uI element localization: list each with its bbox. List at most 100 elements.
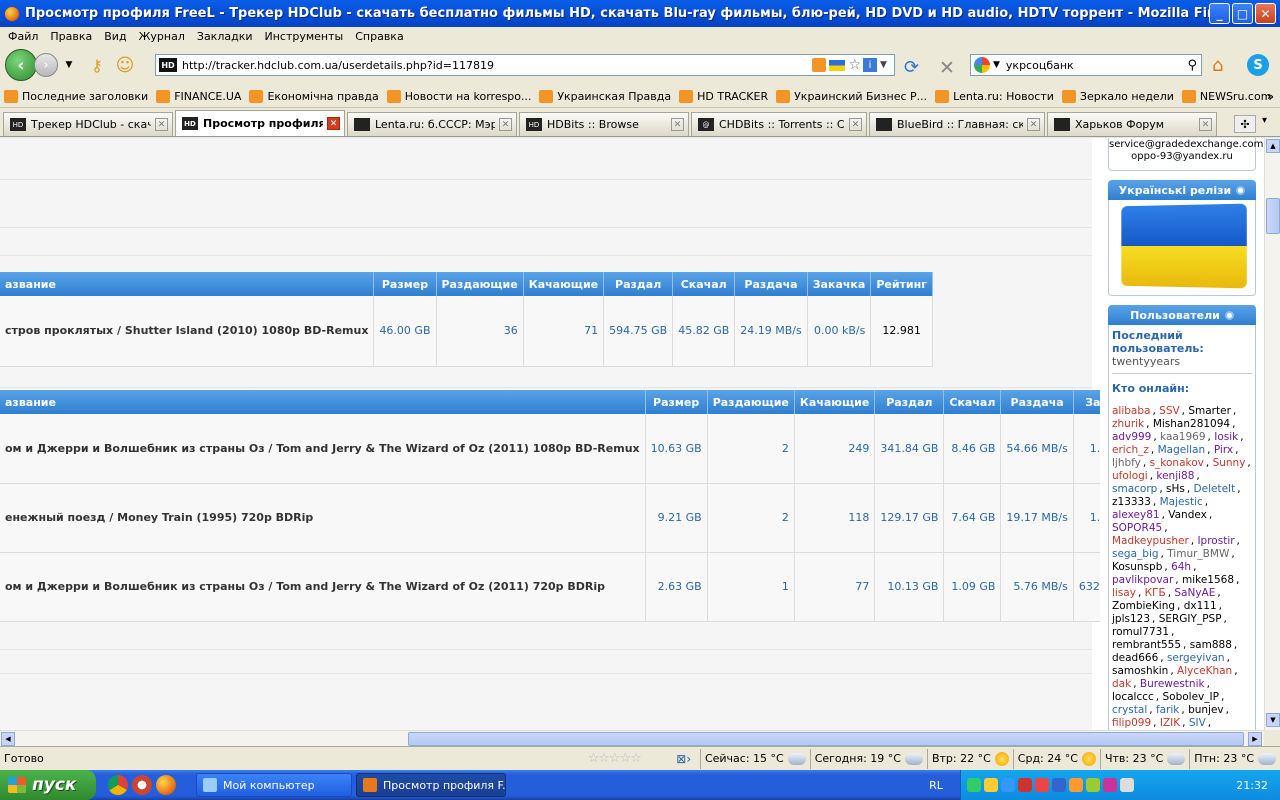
online-user-link[interactable]: romul7731: [1112, 626, 1169, 638]
menu-view[interactable]: Вид: [98, 30, 132, 43]
online-user-link[interactable]: ufologi: [1112, 470, 1148, 482]
online-user-link[interactable]: Mishan281094: [1153, 418, 1230, 430]
online-user-link[interactable]: alibaba: [1112, 405, 1150, 417]
online-user-link[interactable]: SERGIY_PSP: [1159, 613, 1222, 625]
online-user-link[interactable]: КГБ: [1145, 587, 1166, 599]
taskbar-button[interactable]: Мой компьютер: [196, 773, 352, 797]
online-user-link[interactable]: sHs: [1166, 483, 1185, 495]
email-line[interactable]: service@gradedexchange.com: [1109, 139, 1263, 151]
weather-day[interactable]: Втр: 22 °C: [926, 748, 1013, 769]
column-header[interactable]: Скачал: [672, 272, 736, 296]
online-user-link[interactable]: DeleteIt: [1194, 483, 1236, 495]
forward-button[interactable]: ›: [34, 53, 58, 77]
menu-tools[interactable]: Инструменты: [259, 30, 350, 43]
google-icon[interactable]: [974, 57, 990, 73]
tab-close-icon[interactable]: ✕: [155, 118, 168, 131]
close-button[interactable]: ✕: [1255, 3, 1276, 24]
online-user-link[interactable]: localccc: [1112, 691, 1154, 703]
column-header[interactable]: Раздал: [874, 390, 945, 414]
online-user-link[interactable]: farik: [1156, 704, 1179, 716]
info-icon[interactable]: i: [863, 58, 877, 72]
vertical-scrollbar[interactable]: ▲ ▼: [1264, 138, 1280, 730]
scroll-thumb[interactable]: [408, 732, 1244, 746]
online-user-link[interactable]: Burewestnik: [1140, 678, 1205, 690]
column-header[interactable]: Закачка: [807, 272, 872, 296]
search-bar[interactable]: ▼ укрсоцбанк ⚲: [970, 54, 1202, 76]
tab-close-icon[interactable]: ✕: [1199, 118, 1212, 131]
online-user-link[interactable]: Sobolev_IP: [1162, 691, 1218, 703]
tray-update-icon[interactable]: [1069, 778, 1083, 792]
weather-day[interactable]: Срд: 24 °C: [1012, 748, 1100, 769]
online-user-link[interactable]: Madkeypusher: [1112, 535, 1189, 547]
tray-skype-icon[interactable]: [1001, 778, 1015, 792]
address-bar[interactable]: HD http://tracker.hdclub.com.ua/userdeta…: [155, 54, 895, 76]
tab-close-icon[interactable]: ✕: [849, 118, 862, 131]
horizontal-scrollbar[interactable]: ◀ ▶: [0, 730, 1264, 746]
online-user-link[interactable]: zhurik: [1112, 418, 1144, 430]
online-user-link[interactable]: Iprostir: [1197, 535, 1234, 547]
stop-icon[interactable]: ✕: [939, 57, 955, 79]
online-user-link[interactable]: Majestic: [1160, 496, 1203, 508]
opera-icon[interactable]: [132, 775, 152, 795]
tab-close-icon[interactable]: ✕: [327, 117, 340, 130]
tray-messenger-icon[interactable]: [1103, 778, 1117, 792]
column-header[interactable]: азвание: [0, 272, 375, 296]
bookmark-item[interactable]: FINANCE.UA: [156, 90, 241, 103]
bookmark-item[interactable]: Новости на korrespo...: [386, 90, 531, 103]
online-user-link[interactable]: z13333: [1112, 496, 1151, 508]
column-header[interactable]: Качающие: [523, 272, 605, 296]
online-user-link[interactable]: IZIK: [1160, 717, 1180, 729]
online-user-link[interactable]: pavlikpovar: [1112, 574, 1173, 586]
email-line[interactable]: oppo-93@yandex.ru: [1109, 151, 1255, 163]
bookmark-item[interactable]: NEWSru.com: [1181, 90, 1271, 103]
online-user-link[interactable]: ljhbfy: [1112, 457, 1141, 469]
online-user-link[interactable]: mike1568: [1182, 574, 1234, 586]
search-input[interactable]: укрсоцбанк: [1006, 59, 1188, 72]
column-header[interactable]: Раздал: [603, 272, 674, 296]
online-user-link[interactable]: kenji88: [1156, 470, 1194, 482]
url-dropdown-icon[interactable]: ▼: [880, 60, 894, 70]
tray-antivirus-icon[interactable]: [1018, 778, 1032, 792]
taskbar-button[interactable]: Просмотр профиля F...: [356, 773, 506, 797]
online-user-link[interactable]: erich_z: [1112, 444, 1149, 456]
tab-close-icon[interactable]: ✕: [499, 118, 512, 131]
online-user-link[interactable]: Timur_BMW: [1167, 548, 1229, 560]
online-user-link[interactable]: alexey81: [1112, 509, 1160, 521]
bookmark-item[interactable]: Зеркало недели: [1061, 90, 1174, 103]
tray-network-icon[interactable]: [967, 778, 981, 792]
weather-day[interactable]: Птн: 23 °C: [1189, 748, 1280, 769]
tray-utorrent-icon[interactable]: [1086, 778, 1100, 792]
online-user-link[interactable]: lisay: [1112, 587, 1136, 599]
weather-day[interactable]: Сегодня: 19 °C: [809, 748, 927, 769]
online-user-link[interactable]: SIV: [1189, 717, 1206, 729]
online-user-link[interactable]: SaNyAE: [1174, 587, 1215, 599]
online-user-link[interactable]: kaa1969: [1160, 431, 1206, 443]
online-user-link[interactable]: rembrant555: [1112, 639, 1181, 651]
online-user-link[interactable]: AlyceKhan: [1177, 665, 1232, 677]
online-user-link[interactable]: dak: [1112, 678, 1131, 690]
collapse-icon[interactable]: [1236, 185, 1246, 195]
column-header[interactable]: Раздающие: [707, 390, 795, 414]
url-input[interactable]: http://tracker.hdclub.com.ua/userdetails…: [182, 59, 812, 72]
menu-bookmarks[interactable]: Закладки: [191, 30, 259, 43]
online-user-link[interactable]: Iosik: [1214, 431, 1238, 443]
online-user-link[interactable]: adv999: [1112, 431, 1151, 443]
collapse-icon[interactable]: [1224, 310, 1234, 320]
menu-edit[interactable]: Правка: [44, 30, 98, 43]
browser-tab[interactable]: BlueBird :: Главная: ск... ✕: [869, 112, 1045, 136]
online-user-link[interactable]: bunjev: [1188, 704, 1224, 716]
column-header[interactable]: Раздающие: [436, 272, 524, 296]
online-user-link[interactable]: Smarter: [1188, 405, 1231, 417]
column-header[interactable]: Скачал: [943, 390, 1002, 414]
column-header[interactable]: Размер: [373, 272, 437, 296]
torrent-name-link[interactable]: стров проклятых / Shutter Island (2010) …: [0, 296, 375, 367]
rating-stars[interactable]: ☆☆☆☆☆: [588, 751, 677, 766]
start-button[interactable]: пуск: [0, 770, 96, 800]
column-header[interactable]: азвание: [0, 390, 646, 414]
online-user-link[interactable]: 64h: [1171, 561, 1191, 573]
tab-close-icon[interactable]: ✕: [1027, 118, 1040, 131]
weather-day[interactable]: Чтв: 23 °C: [1099, 748, 1189, 769]
bookmark-item[interactable]: Економічна правда: [249, 90, 379, 103]
ua-releases-header[interactable]: Українські релізи: [1108, 180, 1256, 200]
scroll-left-icon[interactable]: ◀: [1, 732, 15, 746]
